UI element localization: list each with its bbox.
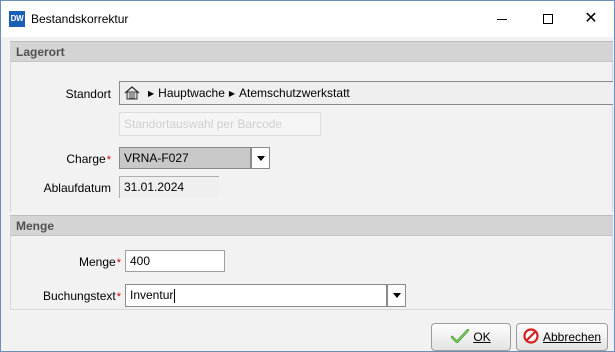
buchungstext-input[interactable]: Inventur — [125, 284, 387, 307]
charge-dropdown-button[interactable] — [251, 147, 270, 169]
section-header-lagerort: Lagerort — [10, 41, 613, 62]
breadcrumb-item[interactable]: Atemschutzwerkstatt — [239, 84, 350, 103]
window-title: Bestandskorrektur — [31, 12, 129, 26]
maximize-icon — [543, 14, 553, 24]
buchungstext-label-text: Buchungstext — [43, 289, 116, 303]
footer-divider — [10, 309, 613, 310]
checkmark-icon — [451, 328, 470, 346]
section-header-menge: Menge — [10, 215, 613, 236]
ablaufdatum-label: Ablaufdatum — [43, 181, 111, 195]
required-marker: * — [116, 257, 121, 269]
cancel-icon — [523, 327, 539, 347]
ablaufdatum-field: 31.01.2024 — [119, 176, 219, 198]
charge-select[interactable]: VRNA-F027 — [119, 147, 251, 169]
required-marker: * — [106, 154, 111, 166]
standort-path-field[interactable]: ▶ Hauptwache ▶ Atemschutzwerkstatt — [119, 81, 613, 105]
ok-button-label: OK — [473, 330, 491, 344]
buchungstext-dropdown-button[interactable] — [387, 284, 406, 307]
menge-label-text: Menge — [79, 255, 116, 269]
chevron-down-icon — [256, 155, 265, 161]
chevron-down-icon — [392, 293, 401, 298]
title-bar: DW Bestandskorrektur ✕ — [1, 1, 614, 37]
close-button[interactable]: ✕ — [568, 1, 614, 37]
charge-label-text: Charge — [66, 152, 106, 166]
buchungstext-value: Inventur — [130, 288, 174, 302]
minimize-icon — [497, 18, 507, 20]
breadcrumb-arrow-icon: ▶ — [228, 88, 236, 98]
cancel-button[interactable]: Abbrechen — [516, 323, 608, 351]
minimize-button[interactable] — [479, 1, 525, 37]
charge-label: Charge* — [21, 152, 111, 166]
barcode-input[interactable]: Standortauswahl per Barcode — [119, 112, 321, 136]
menge-label: Menge* — [21, 255, 121, 269]
ok-button[interactable]: OK — [431, 323, 511, 351]
required-marker: * — [116, 291, 121, 303]
dialog-window: DW Bestandskorrektur ✕ Lagerort Standort… — [0, 0, 615, 352]
menge-input[interactable]: 400 — [125, 250, 225, 272]
text-caret — [174, 288, 176, 303]
maximize-button[interactable] — [525, 1, 571, 37]
standort-label: Standort — [65, 87, 111, 101]
dialog-content: Lagerort Standort ▶ Hauptwache ▶ Atemsch… — [1, 37, 614, 351]
app-logo-icon: DW — [9, 11, 25, 27]
cancel-button-label: Abbrechen — [543, 330, 602, 344]
breadcrumb-item[interactable]: Hauptwache — [158, 84, 225, 103]
close-icon: ✕ — [584, 10, 598, 27]
buchungstext-label: Buchungstext* — [21, 289, 121, 303]
breadcrumb-arrow-icon: ▶ — [148, 88, 155, 98]
home-icon — [124, 86, 140, 100]
